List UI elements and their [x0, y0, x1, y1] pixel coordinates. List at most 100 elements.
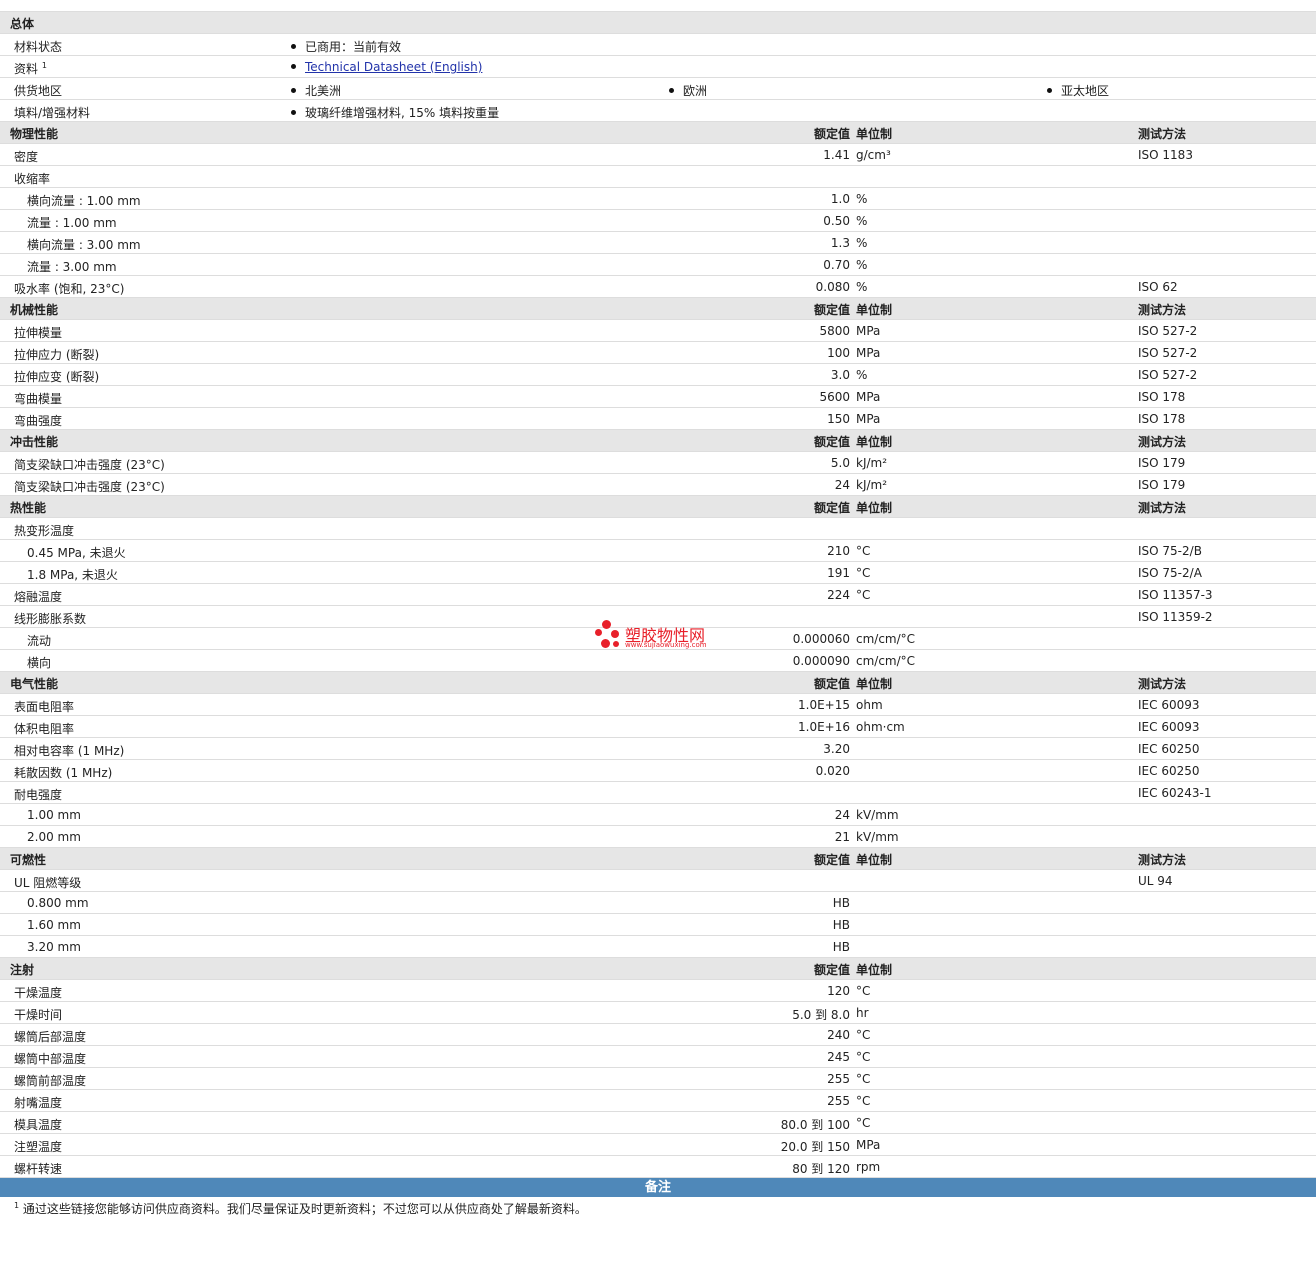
property-value: 24: [834, 808, 850, 822]
property-value: 150: [827, 412, 850, 426]
technical-datasheet-link[interactable]: Technical Datasheet (English): [305, 60, 482, 74]
property-unit: %: [856, 368, 868, 382]
property-name: 拉伸模量: [14, 326, 63, 340]
section-title: 冲击性能: [10, 435, 59, 449]
section-header: 机械性能 额定值 单位制 测试方法: [0, 298, 1316, 320]
property-value: 24: [834, 478, 850, 492]
region-north-america: 北美洲: [291, 82, 341, 99]
property-row: 干燥温度 120 °C: [0, 980, 1316, 1002]
property-name: 流量 : 1.00 mm: [27, 216, 117, 230]
property-unit: °C: [856, 1072, 871, 1086]
property-name: 拉伸应变 (断裂): [14, 370, 100, 384]
property-test-method: ISO 1183: [1138, 148, 1193, 162]
section-header: 物理性能 额定值 单位制 测试方法: [0, 122, 1316, 144]
property-unit: kJ/m²: [856, 478, 888, 492]
property-row: 注塑温度 20.0 到 150 MPa: [0, 1134, 1316, 1156]
property-unit: °C: [856, 1094, 871, 1108]
property-test-method: IEC 60093: [1138, 720, 1200, 734]
property-name: 弯曲强度: [14, 414, 63, 428]
property-name: 螺筒中部温度: [14, 1052, 87, 1066]
property-value: 191: [827, 566, 850, 580]
property-row: 干燥时间 5.0 到 8.0 hr: [0, 1002, 1316, 1024]
row-label: 资料 1: [14, 61, 47, 76]
property-name: 0.800 mm: [27, 896, 89, 910]
property-row: 射嘴温度 255 °C: [0, 1090, 1316, 1112]
property-value: 80 到 120: [792, 1162, 850, 1176]
property-name: 螺筒后部温度: [14, 1030, 87, 1044]
property-row: 0.800 mm HB: [0, 892, 1316, 914]
property-row: 相对电容率 (1 MHz) 3.20 IEC 60250: [0, 738, 1316, 760]
property-name: 射嘴温度: [14, 1096, 63, 1110]
property-name: 弯曲模量: [14, 392, 63, 406]
property-row: 螺杆转速 80 到 120 rpm: [0, 1156, 1316, 1178]
property-name: 1.60 mm: [27, 918, 81, 932]
property-value: 21: [834, 830, 850, 844]
header-unit: 单位制: [856, 127, 893, 141]
property-unit: °C: [856, 1050, 871, 1064]
property-row: 1.00 mm 24 kV/mm: [0, 804, 1316, 826]
header-value: 额定值: [813, 853, 850, 867]
region-europe: 欧洲: [669, 82, 707, 99]
property-unit: °C: [856, 984, 871, 998]
row-label: 供货地区: [14, 84, 63, 98]
property-name: 0.45 MPa, 未退火: [27, 546, 126, 560]
header-test-method: 测试方法: [1138, 303, 1187, 317]
footnote-marker: 1: [41, 61, 47, 70]
property-unit: rpm: [856, 1160, 881, 1174]
section-5: 可燃性 额定值 单位制 测试方法 UL 阻燃等级 UL 94 0.800 mm HB 1.60 …: [0, 848, 1316, 958]
header-test-method: 测试方法: [1138, 677, 1187, 691]
property-row: 体积电阻率 1.0E+16 ohm·cm IEC 60093: [0, 716, 1316, 738]
property-name: 3.20 mm: [27, 940, 81, 954]
property-value: 1.3: [830, 236, 850, 250]
section-header: 可燃性 额定值 单位制 测试方法: [0, 848, 1316, 870]
property-value: 255: [827, 1072, 850, 1086]
property-unit: %: [856, 236, 868, 250]
section-title: 电气性能: [10, 677, 59, 691]
property-row: 螺筒后部温度 240 °C: [0, 1024, 1316, 1046]
property-name: 耗散因数 (1 MHz): [14, 766, 113, 780]
property-name: 耐电强度: [14, 788, 63, 802]
section-title: 总体: [10, 17, 35, 31]
property-test-method: ISO 527-2: [1138, 368, 1198, 382]
property-unit: °C: [856, 1116, 871, 1130]
property-value: 0.020: [815, 764, 850, 778]
property-row: UL 阻燃等级 UL 94: [0, 870, 1316, 892]
property-row: 横向流量 : 1.00 mm 1.0%: [0, 188, 1316, 210]
property-name: 简支梁缺口冲击强度 (23°C): [14, 458, 165, 472]
header-test-method: 测试方法: [1138, 127, 1187, 141]
property-name: UL 阻燃等级: [14, 876, 82, 890]
header-value: 额定值: [813, 963, 850, 977]
property-value: 100: [827, 346, 850, 360]
property-row: 弯曲模量 5600 MPa ISO 178: [0, 386, 1316, 408]
property-value: 1.0E+16: [798, 720, 850, 734]
property-row: 模具温度 80.0 到 100 °C: [0, 1112, 1316, 1134]
section-title: 可燃性: [10, 853, 47, 867]
property-unit: kV/mm: [856, 830, 899, 844]
header-unit: 单位制: [856, 501, 893, 515]
property-unit: ohm·cm: [856, 720, 905, 734]
property-row: 横向流量 : 3.00 mm 1.3%: [0, 232, 1316, 254]
property-name: 流动: [27, 634, 52, 648]
section-0: 物理性能 额定值 单位制 测试方法 密度 1.41 g/cm³ ISO 1183 收缩率 横向流量…: [0, 122, 1316, 298]
notes-header: 备注: [0, 1178, 1316, 1197]
section-title: 机械性能: [10, 303, 59, 317]
property-test-method: IEC 60093: [1138, 698, 1200, 712]
property-value: HB: [832, 918, 850, 932]
property-row: 弯曲强度 150 MPa ISO 178: [0, 408, 1316, 430]
row-label: 材料状态: [14, 40, 63, 54]
header-test-method: 测试方法: [1138, 435, 1187, 449]
watermark-logo: 塑胶物性网 www.sujiaowuxing.com: [594, 618, 734, 654]
property-row: 流量 : 3.00 mm 0.70%: [0, 254, 1316, 276]
property-unit: g/cm³: [856, 148, 891, 162]
property-value: 5800: [819, 324, 850, 338]
property-row: 简支梁缺口冲击强度 (23°C) 5.0 kJ/m² ISO 179: [0, 452, 1316, 474]
property-unit: °C: [856, 1028, 871, 1042]
property-test-method: IEC 60243-1: [1138, 786, 1212, 800]
property-row: 收缩率: [0, 166, 1316, 188]
property-test-method: ISO 11357-3: [1138, 588, 1213, 602]
property-value: 5600: [819, 390, 850, 404]
documents-row: 资料 1 Technical Datasheet (English): [0, 56, 1316, 78]
property-test-method: IEC 60250: [1138, 764, 1200, 778]
watermark-url: www.sujiaowuxing.com: [625, 641, 707, 649]
property-value: 240: [827, 1028, 850, 1042]
